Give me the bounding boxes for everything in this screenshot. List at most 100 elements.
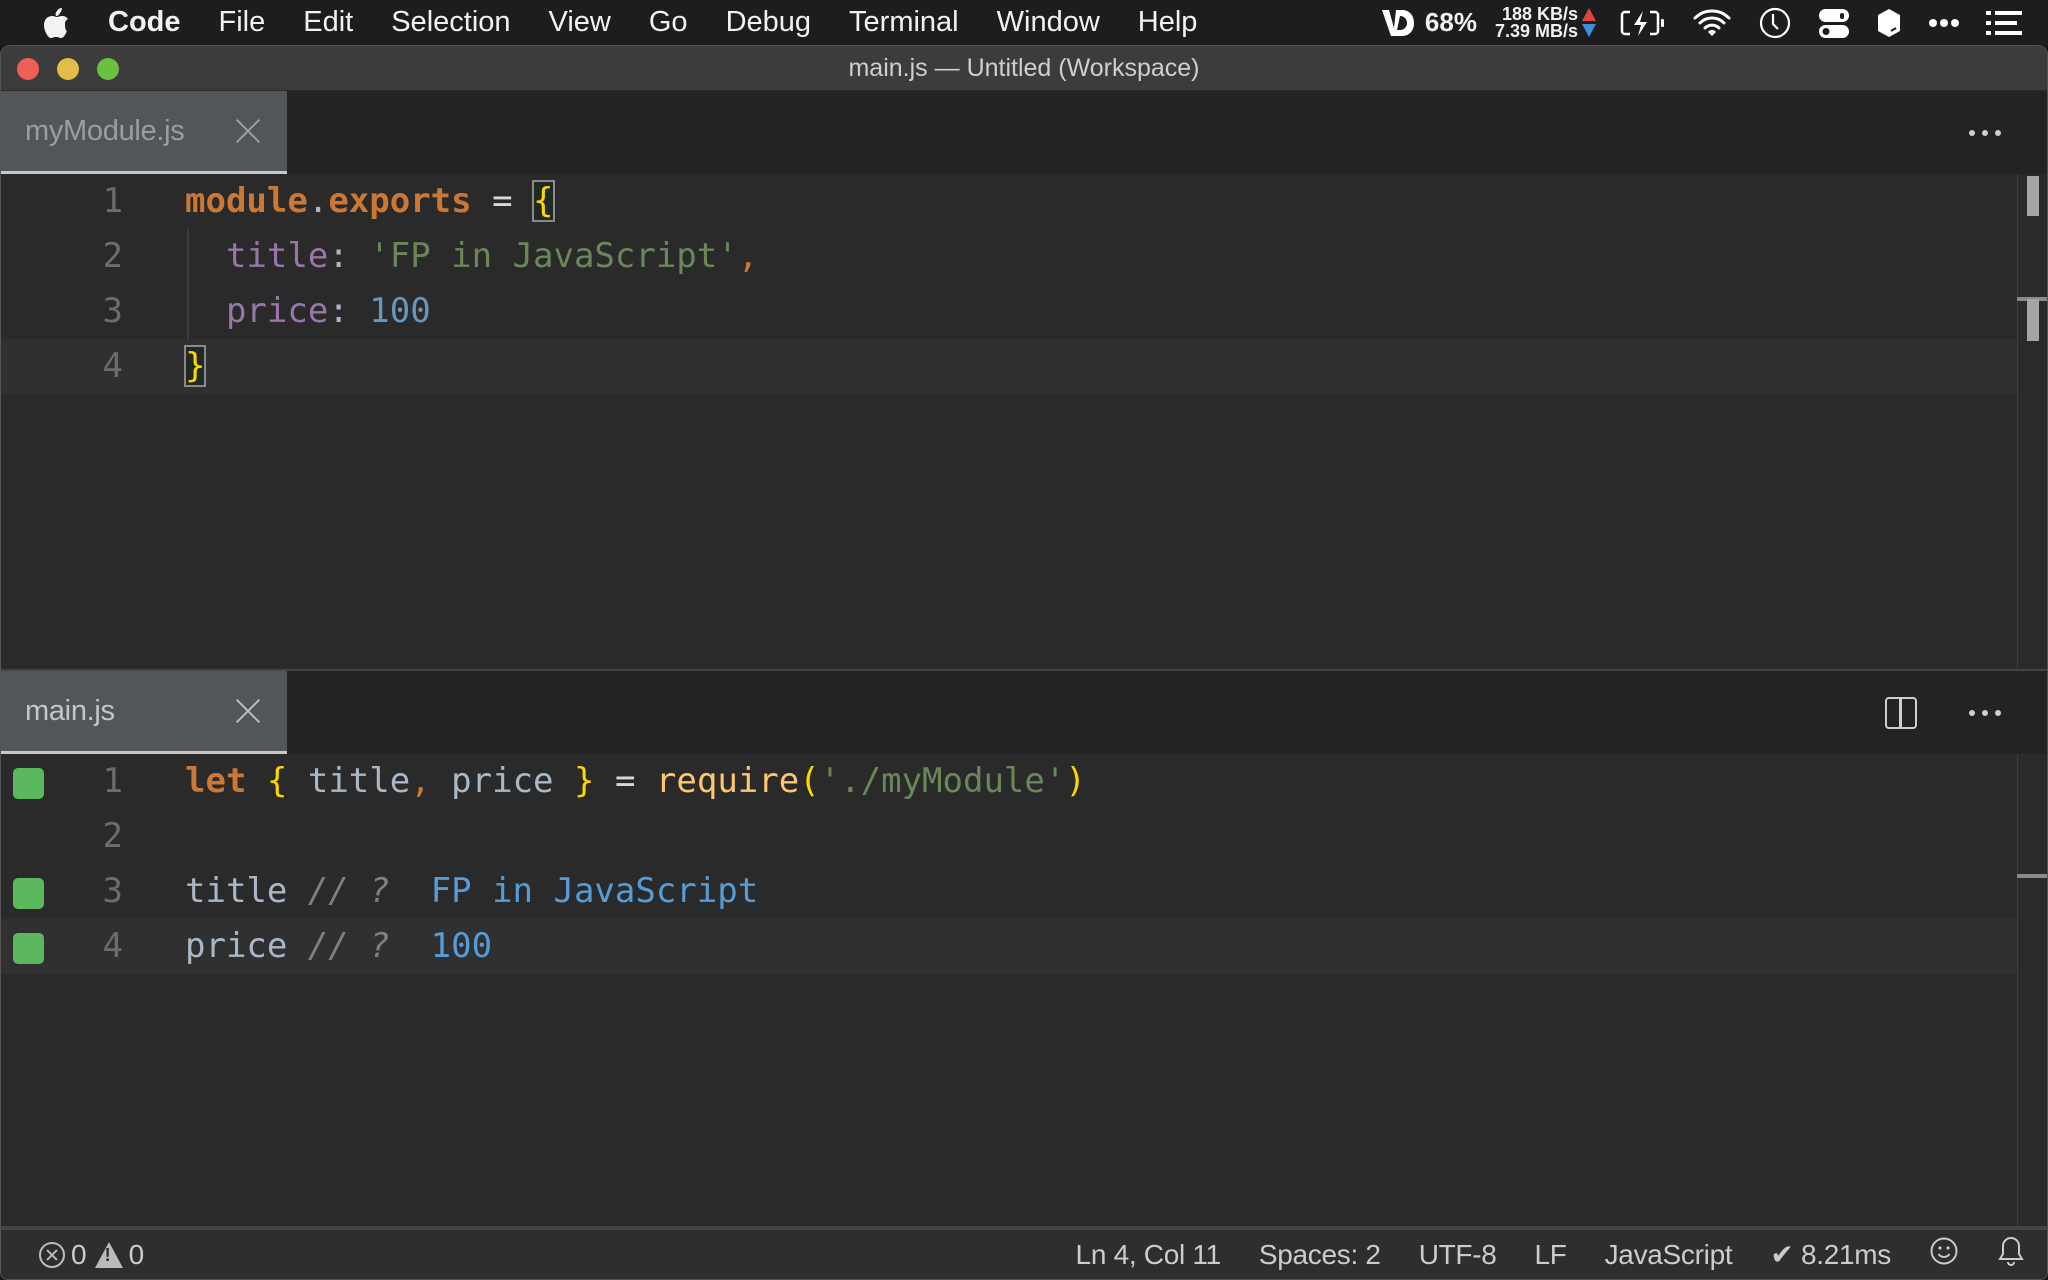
control-center-icon[interactable] — [1818, 7, 1850, 39]
vscode-window: main.js — Untitled (Workspace) myModule.… — [0, 45, 2048, 1280]
network-arrows-icon — [1582, 8, 1596, 37]
vd-percent: 68% — [1424, 7, 1477, 37]
problems-indicator[interactable]: 0 0 — [39, 1239, 144, 1271]
split-editor-icon[interactable] — [1885, 696, 1917, 729]
code-token: 100 — [369, 291, 431, 331]
code-token: title — [185, 871, 288, 911]
code-line[interactable]: 2 title: 'FP in JavaScript', — [1, 229, 2017, 284]
code-text: module.exports = { — [185, 174, 555, 229]
overview-ruler-mark — [2027, 299, 2039, 341]
language-mode[interactable]: JavaScript — [1605, 1239, 1733, 1271]
code-token: } — [183, 345, 207, 387]
vertical-scrollbar[interactable] — [2017, 754, 2047, 1227]
quokka-timing[interactable]: ✔ 8.21ms — [1770, 1238, 1891, 1271]
menu-view[interactable]: View — [549, 6, 611, 39]
code-text: title // ? FP in JavaScript — [185, 864, 758, 919]
window-title: main.js — Untitled (Workspace) — [848, 54, 1200, 82]
code-token: module — [185, 181, 308, 221]
editor-actions — [1963, 91, 2007, 174]
code-line[interactable]: 3 title // ? FP in JavaScript — [1, 864, 2017, 919]
wifi-icon[interactable] — [1692, 8, 1732, 38]
code-token: './myModule' — [819, 761, 1066, 801]
code-token: , — [410, 761, 431, 801]
code-line[interactable]: 2 — [1, 809, 2017, 864]
close-tab-icon[interactable] — [235, 118, 261, 144]
menu-go[interactable]: Go — [649, 6, 688, 39]
more-icon[interactable] — [1928, 18, 1960, 28]
menu-selection[interactable]: Selection — [391, 6, 510, 39]
box-app-icon[interactable] — [1876, 7, 1902, 39]
code-text: price: 100 — [185, 284, 431, 339]
code-line[interactable]: 3 price: 100 — [1, 284, 2017, 339]
code-editor[interactable]: 1 let { title, price } = require('./myMod… — [1, 754, 2047, 1227]
tab-bar: myModule.js — [1, 91, 2047, 174]
line-number: 4 — [102, 926, 123, 966]
close-tab-icon[interactable] — [235, 698, 261, 724]
encoding[interactable]: UTF-8 — [1419, 1239, 1497, 1271]
feedback-smiley-icon[interactable] — [1929, 1236, 1959, 1273]
list-icon[interactable] — [1986, 10, 2022, 36]
line-number: 3 — [102, 291, 123, 331]
coverage-marker-icon[interactable] — [13, 933, 44, 964]
code-token: } — [574, 761, 595, 801]
line-number: 1 — [102, 761, 123, 801]
menu-terminal[interactable]: Terminal — [849, 6, 959, 39]
cursor-position[interactable]: Ln 4, Col 11 — [1076, 1239, 1222, 1271]
code-line[interactable]: 4} — [1, 339, 2017, 394]
apple-logo-icon[interactable] — [42, 7, 70, 39]
more-actions-icon[interactable] — [1963, 124, 2007, 142]
code-token: // ? — [287, 871, 411, 911]
scrollbar-thumb[interactable] — [2027, 176, 2039, 216]
upload-arrow-icon — [1582, 8, 1596, 21]
editor-group-bottom: main.js 1 let { title, price } = require(… — [1, 669, 2047, 1227]
code-token: = — [471, 181, 534, 221]
code-token: title — [287, 761, 411, 801]
warning-icon — [94, 1241, 123, 1268]
vd-icon[interactable] — [1381, 8, 1415, 38]
menu-edit[interactable]: Edit — [303, 6, 353, 39]
code-token: // ? — [287, 926, 411, 966]
code-token: , — [737, 236, 759, 276]
tab-label: myModule.js — [25, 114, 185, 147]
code-token: : — [328, 236, 370, 276]
code-token: require — [655, 761, 800, 801]
menu-code[interactable]: Code — [108, 6, 181, 39]
tab-main-js[interactable]: main.js — [1, 671, 287, 754]
indentation[interactable]: Spaces: 2 — [1259, 1239, 1381, 1271]
menu-window[interactable]: Window — [997, 6, 1100, 39]
warning-count: 0 — [128, 1238, 145, 1270]
code-line[interactable]: 4 price // ? 100 — [1, 919, 2017, 974]
code-token: : — [328, 291, 370, 331]
line-ending[interactable]: LF — [1535, 1239, 1567, 1271]
clock-icon[interactable] — [1758, 6, 1792, 40]
more-actions-icon[interactable] — [1963, 704, 2007, 722]
menu-debug[interactable]: Debug — [726, 6, 811, 39]
network-speed[interactable]: 188 KB/s 7.39 MB/s — [1495, 5, 1578, 40]
coverage-marker-icon[interactable] — [13, 768, 44, 799]
notifications-bell-icon[interactable] — [1997, 1235, 2025, 1274]
code-token: 'FP in JavaScript' — [369, 236, 738, 276]
line-number: 2 — [102, 816, 123, 856]
menu-help[interactable]: Help — [1138, 6, 1198, 39]
title-bar[interactable]: main.js — Untitled (Workspace) — [1, 46, 2047, 91]
code-token: { — [266, 761, 288, 801]
battery-charging-icon[interactable] — [1620, 9, 1666, 37]
tab-label: main.js — [25, 694, 115, 727]
code-editor[interactable]: 1 module.exports = {2 title: 'FP in JavaS… — [1, 174, 2047, 713]
menu-file[interactable]: File — [219, 6, 266, 39]
code-token: ) — [1065, 761, 1086, 801]
code-token: price — [430, 761, 574, 801]
tab-mymodule-js[interactable]: myModule.js — [1, 91, 287, 174]
code-token: { — [532, 180, 555, 222]
line-number: 3 — [102, 871, 123, 911]
status-bar: 0 0 Ln 4, Col 11 Spaces: 2 UTF-8 LF Java… — [1, 1226, 2047, 1279]
vertical-scrollbar[interactable] — [2017, 174, 2047, 713]
coverage-marker-icon[interactable] — [13, 878, 44, 909]
code-token: 100 — [410, 926, 493, 966]
status-right: Ln 4, Col 11 Spaces: 2 UTF-8 LF JavaScri… — [1038, 1230, 2025, 1279]
code-line[interactable]: 1 let { title, price } = require('./myMod… — [1, 754, 2017, 809]
code-line[interactable]: 1 module.exports = { — [1, 174, 2017, 229]
code-token: ( — [799, 761, 820, 801]
